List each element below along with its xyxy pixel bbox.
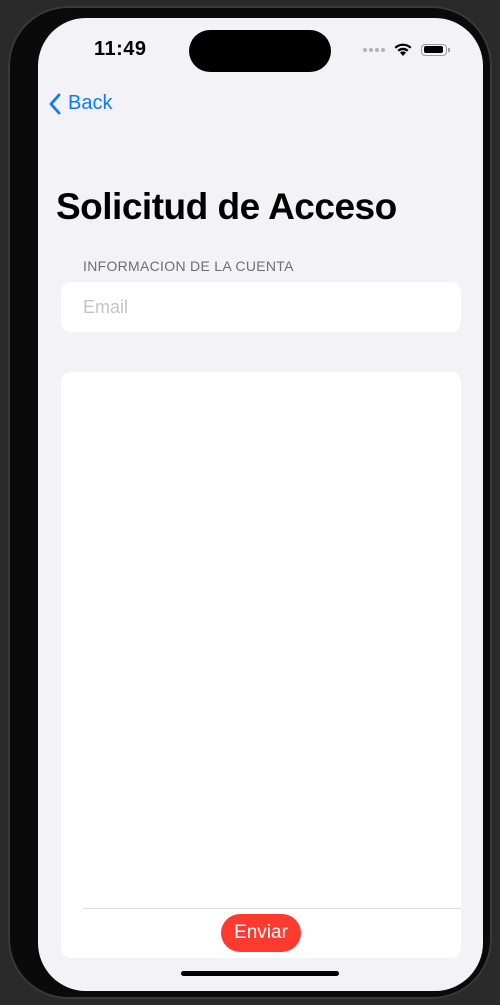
wifi-icon [393, 42, 413, 57]
page-title: Solicitud de Acceso [56, 186, 397, 227]
phone-frame: 11:49 Back Solicitud de Acceso INFORMACI… [8, 6, 492, 999]
back-button[interactable]: Back [48, 92, 112, 115]
signal-dots-icon [363, 47, 385, 52]
status-time: 11:49 [94, 38, 147, 60]
app-screen: 11:49 Back Solicitud de Acceso INFORMACI… [38, 18, 483, 991]
dynamic-island [189, 30, 331, 72]
section-header-account: INFORMACION DE LA CUENTA [83, 258, 294, 274]
divider [83, 908, 461, 909]
chevron-left-icon [48, 93, 62, 115]
message-card: Enviar [61, 372, 461, 958]
email-field[interactable] [83, 294, 443, 320]
back-label: Back [68, 92, 113, 114]
message-textarea[interactable] [83, 386, 443, 890]
send-button[interactable]: Enviar [221, 914, 301, 952]
status-icons [363, 42, 450, 57]
battery-icon [421, 43, 450, 56]
email-card [61, 282, 461, 332]
home-indicator[interactable] [181, 971, 339, 976]
